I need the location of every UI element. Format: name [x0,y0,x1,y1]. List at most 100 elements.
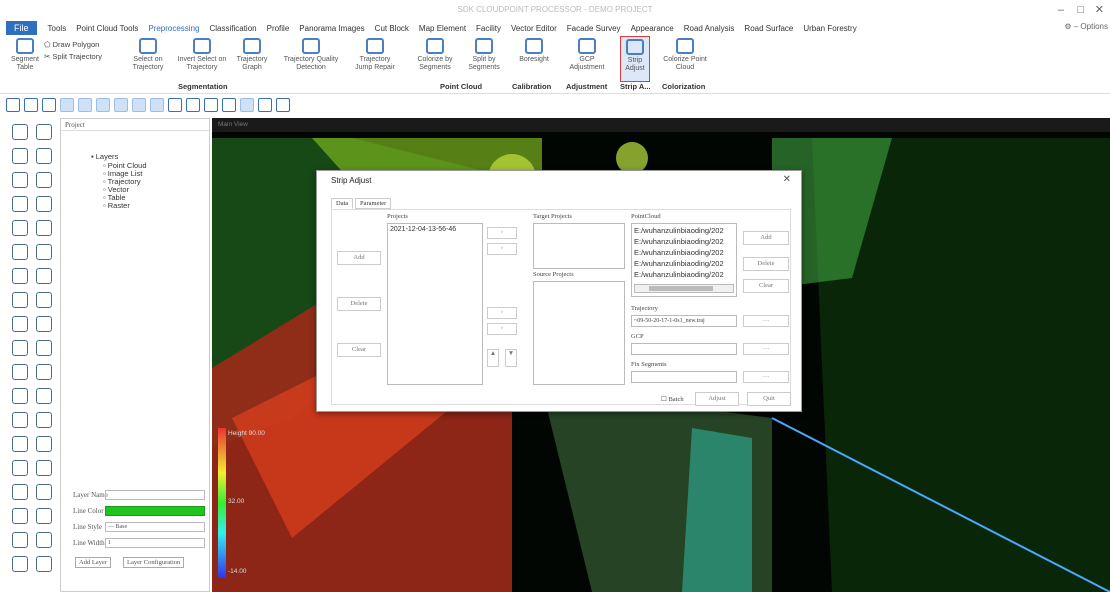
horizontal-scrollbar[interactable] [634,284,734,293]
3d-icon[interactable] [36,388,52,404]
view-left-icon[interactable] [96,98,110,112]
add-layer-button[interactable]: Add Layer [75,557,111,568]
pointcloud-item[interactable]: E:/wuhanzulinbiaoding/202 [634,237,724,246]
delete-project-button[interactable]: Delete [337,297,381,311]
pc-delete-button[interactable]: Delete [743,257,789,271]
split-by-segments-button[interactable]: Split by Segments [462,38,506,72]
tree-icon[interactable] [36,124,52,140]
tower-icon[interactable] [12,244,28,260]
angle-icon[interactable] [258,98,272,112]
pc-clear-button[interactable]: Clear [743,279,789,293]
scrollbar-thumb[interactable] [649,286,713,291]
pointcloud-list[interactable]: E:/wuhanzulinbiaoding/202 E:/wuhanzulinb… [631,223,737,297]
invert-select-button[interactable]: Invert Select on Trajectory [176,38,228,72]
menu-vector-editor[interactable]: Vector Editor [506,24,562,33]
pc-add-button[interactable]: Add [743,231,789,245]
expand-icon[interactable] [36,316,52,332]
menu-facade-survey[interactable]: Facade Survey [562,24,626,33]
line-style-select[interactable]: — Base [105,522,205,532]
menu-road-surface[interactable]: Road Surface [739,24,798,33]
target-projects-list[interactable] [533,223,625,269]
gcp-browse-button[interactable]: … [743,343,789,355]
trajectory-graph-button[interactable]: Trajectory Graph [232,38,272,72]
draw-polygon-button[interactable]: ⬠ Draw Polygon [44,40,99,49]
doc-icon[interactable] [36,508,52,524]
cross-icon[interactable] [204,98,218,112]
fix-segments-browse-button[interactable]: … [743,371,789,383]
adjust-button[interactable]: Adjust [695,392,739,406]
image-icon[interactable] [36,436,52,452]
ruler-icon[interactable] [12,340,28,356]
grid-icon[interactable] [12,556,28,572]
brush-icon[interactable] [12,124,28,140]
clear-projects-button[interactable]: Clear [337,343,381,357]
strip-adjust-button[interactable]: Strip Adjust [620,36,650,82]
select-on-trajectory-button[interactable]: Select on Trajectory [128,38,168,72]
trajectory-browse-button[interactable]: … [743,315,789,327]
close-icon[interactable]: ✕ [783,174,791,185]
quit-button[interactable]: Quit [747,392,791,406]
pointcloud-item[interactable]: E:/wuhanzulinbiaoding/202 [634,270,724,279]
project-item[interactable]: 2021-12-04-13-56-46 [390,226,456,233]
boresight-button[interactable]: Boresight [514,38,554,64]
menu-tools[interactable]: Tools [43,24,72,33]
box-select-icon[interactable] [24,98,38,112]
frame-icon[interactable] [12,292,28,308]
trajectory-field[interactable]: ~09-50-20-17-1-0s1_new.traj [631,315,737,327]
move-source-left-button[interactable]: ‹ [487,323,517,335]
minimize-button[interactable]: – [1058,0,1064,20]
colorize-point-cloud-button[interactable]: Colorize Point Cloud [656,38,714,72]
line-color-swatch[interactable] [105,506,205,516]
menu-cut-block[interactable]: Cut Block [370,24,414,33]
gcp-field[interactable] [631,343,737,355]
path-icon[interactable] [12,316,28,332]
window-icon[interactable] [12,412,28,428]
view-top-icon[interactable] [132,98,146,112]
tree-icon[interactable] [36,268,52,284]
slope-icon[interactable] [12,460,28,476]
trajectory-jump-repair-button[interactable]: Trajectory Jump Repair [350,38,400,72]
menu-panorama-images[interactable]: Panorama Images [294,24,369,33]
measure-icon[interactable] [168,98,182,112]
magnet-icon[interactable] [12,268,28,284]
view-front-icon[interactable] [60,98,74,112]
colorize-by-segments-button[interactable]: Colorize by Segments [412,38,458,72]
polyline-icon[interactable] [276,98,290,112]
lasso-icon[interactable] [42,98,56,112]
menu-profile[interactable]: Profile [262,24,295,33]
doc-icon[interactable] [36,460,52,476]
dots-icon[interactable] [36,412,52,428]
menu-appearance[interactable]: Appearance [626,24,679,33]
line-icon[interactable] [222,98,236,112]
pole-icon[interactable] [12,484,28,500]
pointcloud-item[interactable]: E:/wuhanzulinbiaoding/202 [634,226,724,235]
tree-icon[interactable] [36,196,52,212]
pen-icon[interactable] [12,148,28,164]
options-menu[interactable]: ⚙ – Options [1064,22,1108,31]
2d-icon[interactable] [36,364,52,380]
segment-table-button[interactable]: Segment Table [8,38,42,72]
menu-file[interactable]: File [6,21,37,35]
maximize-button[interactable]: □ [1077,0,1084,20]
gcp-adjustment-button[interactable]: GCP Adjustment [562,38,612,72]
node-icon[interactable] [12,196,28,212]
polygon-icon[interactable] [36,340,52,356]
view-right-icon[interactable] [114,98,128,112]
menu-road-analysis[interactable]: Road Analysis [679,24,740,33]
point-select-icon[interactable] [240,98,254,112]
add-project-button[interactable]: Add [337,251,381,265]
pointcloud-item[interactable]: E:/wuhanzulinbiaoding/202 [634,259,724,268]
view-back-icon[interactable] [78,98,92,112]
menu-urban-forestry[interactable]: Urban Forestry [798,24,861,33]
view-bottom-icon[interactable] [150,98,164,112]
tab-parameter[interactable]: Parameter [355,198,392,209]
copy-icon[interactable] [36,292,52,308]
doc-icon[interactable] [36,532,52,548]
move-down-button[interactable]: ▼ [505,349,517,367]
move-up-button[interactable]: ▲ [487,349,499,367]
bars-icon[interactable] [12,388,28,404]
menu-classification[interactable]: Classification [204,24,261,33]
curve-icon[interactable] [12,172,28,188]
layer-configuration-button[interactable]: Layer Configuration [123,557,185,568]
menu-facility[interactable]: Facility [471,24,506,33]
